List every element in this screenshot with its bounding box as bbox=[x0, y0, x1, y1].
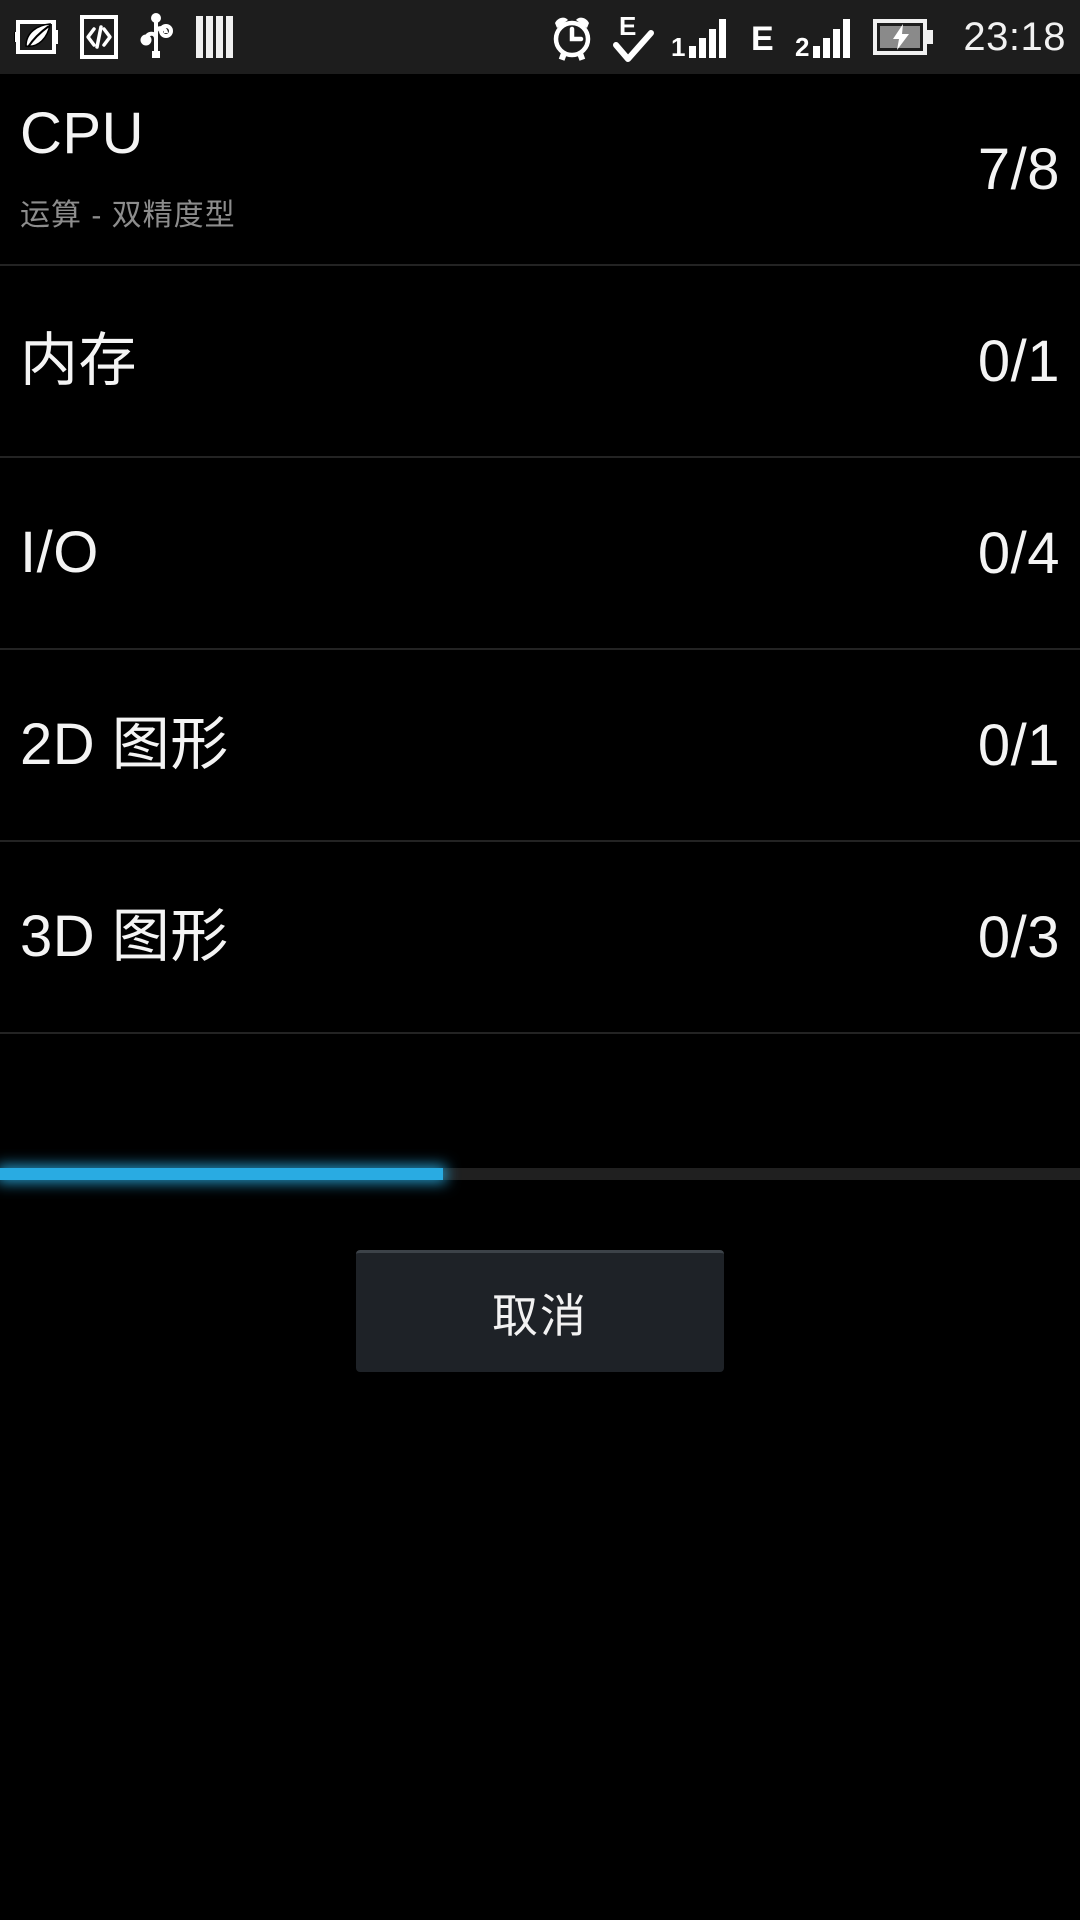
app-screen: E 1 E 2 23:18 CPU 运算 - 双精度型 7/8 内存 0/1 I… bbox=[0, 0, 1080, 1920]
benchmark-row-io-title: I/O bbox=[20, 519, 99, 585]
benchmark-row-2d-graphics-left: 2D 图形 bbox=[20, 711, 229, 777]
benchmark-row-cpu[interactable]: CPU 运算 - 双精度型 7/8 bbox=[0, 74, 1080, 266]
svg-text:2: 2 bbox=[795, 32, 809, 58]
usb-icon bbox=[138, 13, 174, 61]
developer-code-icon bbox=[80, 15, 118, 59]
benchmark-row-3d-graphics-count: 0/3 bbox=[977, 904, 1060, 970]
sim1-signal-icon: 1 bbox=[671, 16, 733, 58]
edge-network-icon: E bbox=[749, 16, 779, 58]
power-saving-leaf-icon bbox=[14, 20, 60, 54]
status-bar-clock: 23:18 bbox=[963, 15, 1066, 59]
status-bar: E 1 E 2 23:18 bbox=[0, 0, 1080, 74]
equalizer-bars-icon bbox=[194, 16, 238, 58]
benchmark-row-io-count: 0/4 bbox=[977, 520, 1060, 586]
benchmark-row-2d-graphics-count: 0/1 bbox=[977, 712, 1060, 778]
benchmark-row-3d-graphics[interactable]: 3D 图形 0/3 bbox=[0, 842, 1080, 1034]
benchmark-row-cpu-count: 7/8 bbox=[977, 136, 1060, 202]
benchmark-row-memory-title: 内存 bbox=[20, 327, 138, 393]
button-area: 取消 bbox=[0, 1250, 1080, 1372]
benchmark-row-2d-graphics-title: 2D 图形 bbox=[20, 711, 229, 777]
benchmark-row-memory-count: 0/1 bbox=[977, 328, 1060, 394]
benchmark-row-3d-graphics-left: 3D 图形 bbox=[20, 903, 229, 969]
benchmark-row-cpu-left: CPU 运算 - 双精度型 bbox=[20, 100, 236, 235]
svg-text:E: E bbox=[751, 20, 774, 58]
benchmark-row-3d-graphics-title: 3D 图形 bbox=[20, 903, 229, 969]
svg-text:E: E bbox=[619, 11, 636, 41]
benchmark-row-io[interactable]: I/O 0/4 bbox=[0, 458, 1080, 650]
benchmark-row-io-left: I/O bbox=[20, 519, 99, 585]
battery-charging-icon bbox=[873, 19, 935, 55]
status-bar-right-icons: E 1 E 2 23:18 bbox=[549, 11, 1066, 63]
sim2-signal-icon: 2 bbox=[795, 16, 857, 58]
alarm-clock-icon bbox=[549, 13, 595, 61]
status-bar-left-icons bbox=[14, 13, 238, 61]
edge-sync-check-icon: E bbox=[611, 11, 655, 63]
benchmark-row-cpu-subtitle: 运算 - 双精度型 bbox=[20, 199, 236, 233]
benchmark-row-2d-graphics[interactable]: 2D 图形 0/1 bbox=[0, 650, 1080, 842]
benchmark-row-cpu-title: CPU bbox=[20, 100, 144, 166]
benchmark-progress-fill bbox=[0, 1168, 443, 1180]
svg-text:1: 1 bbox=[671, 32, 685, 58]
benchmark-test-list: CPU 运算 - 双精度型 7/8 内存 0/1 I/O 0/4 2D 图形 0… bbox=[0, 74, 1080, 1034]
cancel-button[interactable]: 取消 bbox=[356, 1250, 724, 1372]
benchmark-row-memory-left: 内存 bbox=[20, 327, 138, 393]
benchmark-row-memory[interactable]: 内存 0/1 bbox=[0, 266, 1080, 458]
benchmark-progress-track bbox=[0, 1168, 1080, 1180]
